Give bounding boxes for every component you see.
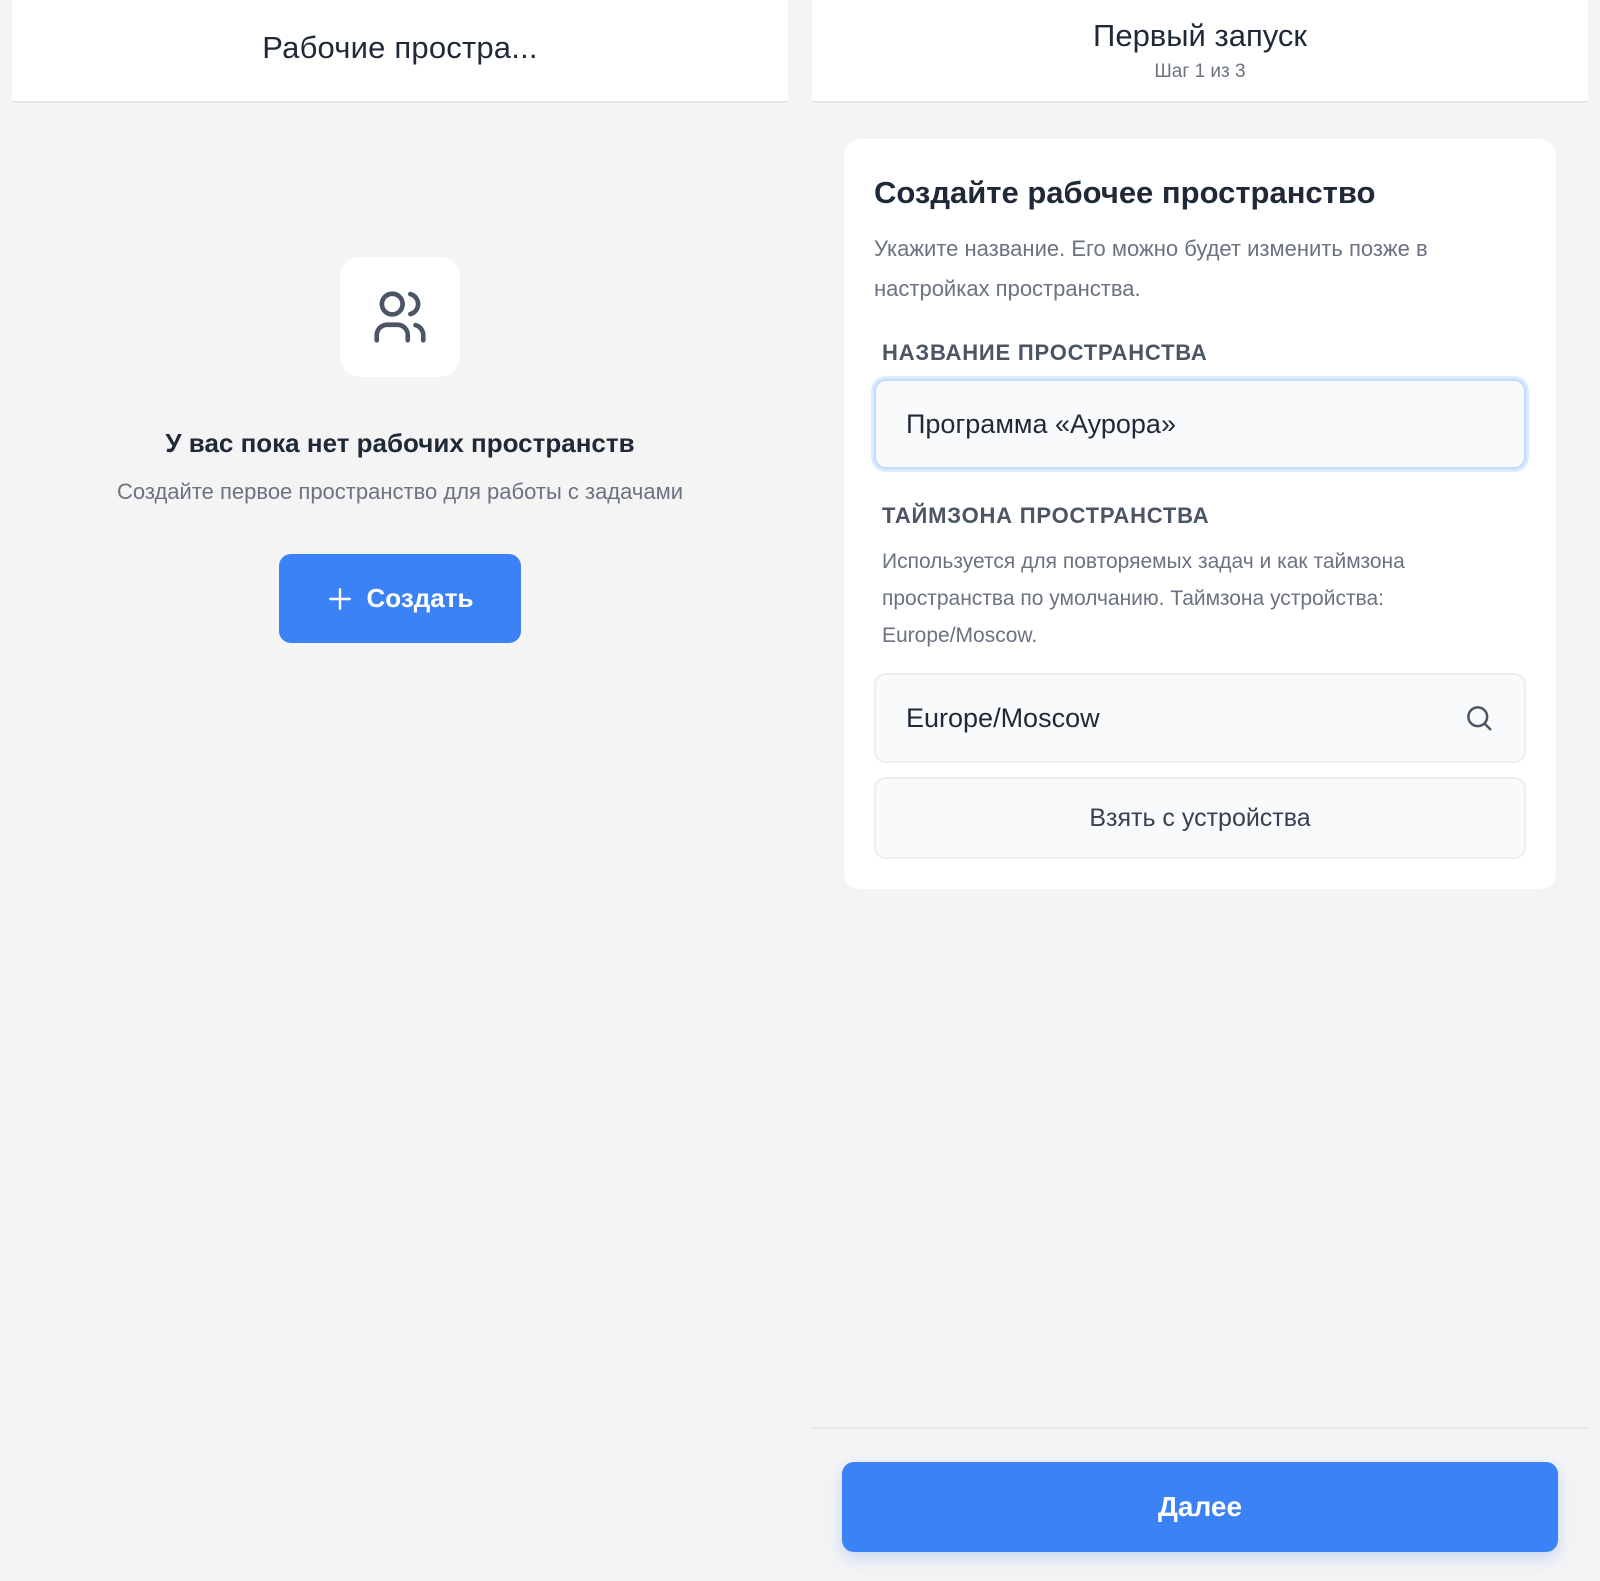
empty-state-icon-box <box>340 257 460 377</box>
footer-divider <box>812 1427 1588 1429</box>
timezone-value: Europe/Moscow <box>906 702 1100 733</box>
empty-state-title: У вас пока нет рабочих пространств <box>165 428 635 458</box>
plus-icon <box>328 587 351 610</box>
card-description: Укажите название. Его можно будет измени… <box>874 236 1428 301</box>
next-button[interactable]: Далее <box>842 1462 1558 1552</box>
page-title: Рабочие простра... <box>262 30 538 65</box>
create-button-label: Создать <box>366 583 474 613</box>
empty-state-subtitle: Создайте первое пространство для работы … <box>116 479 684 504</box>
first-launch-header: Первый запуск Шаг 1 из 3 <box>812 0 1588 103</box>
timezone-label: ТАЙМЗОНА ПРОСТРАНСТВА <box>882 503 1210 528</box>
step-indicator: Шаг 1 из 3 <box>1154 61 1246 82</box>
create-workspace-button[interactable]: Создать <box>279 554 521 643</box>
timezone-select[interactable]: Europe/Moscow <box>874 673 1526 763</box>
workspace-name-label: НАЗВАНИЕ ПРОСТРАНСТВА <box>882 340 1208 365</box>
workspaces-screen: Рабочие простра... У вас пока нет рабочи… <box>12 0 788 1581</box>
users-icon <box>374 291 426 343</box>
use-device-timezone-button[interactable]: Взять с устройства <box>874 777 1526 859</box>
search-icon <box>1467 706 1492 731</box>
page-title: Первый запуск <box>1093 18 1307 53</box>
card-title: Создайте рабочее пространство <box>874 175 1376 210</box>
create-workspace-card: Создайте рабочее пространство Укажите на… <box>844 139 1556 889</box>
workspace-name-input[interactable] <box>874 379 1526 469</box>
timezone-description: Используется для повторяемых задач и как… <box>882 550 1405 647</box>
first-launch-screen: Первый запуск Шаг 1 из 3 Создайте рабоче… <box>812 0 1588 1581</box>
workspaces-header: Рабочие простра... <box>12 0 788 103</box>
